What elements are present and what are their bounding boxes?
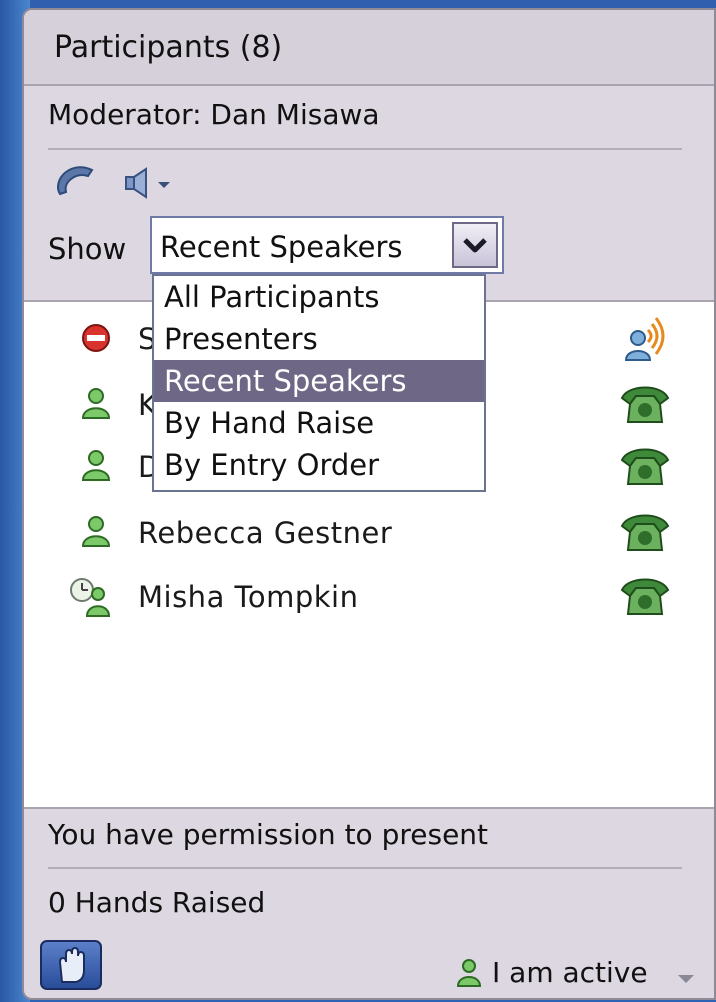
phone-icon — [618, 444, 672, 492]
permission-text: You have permission to present — [48, 818, 489, 851]
raise-hand-button[interactable] — [40, 940, 102, 990]
blocked-icon — [76, 318, 116, 362]
divider — [48, 867, 682, 869]
person-icon — [76, 512, 116, 556]
option-by-hand-raise[interactable]: By Hand Raise — [154, 402, 484, 444]
hand-icon — [58, 946, 85, 983]
option-presenters[interactable]: Presenters — [154, 318, 484, 360]
hands-raised-count: 0 Hands Raised — [48, 886, 266, 919]
phone-icon — [618, 574, 672, 622]
show-filter-value: Recent Speakers — [160, 230, 403, 264]
status-menu[interactable]: I am active — [444, 956, 704, 996]
option-by-entry-order[interactable]: By Entry Order — [154, 444, 484, 486]
away-person-icon — [68, 576, 118, 622]
speaking-icon — [618, 316, 670, 368]
phone-icon — [618, 382, 672, 430]
panel-title: Participants (8) — [54, 30, 283, 65]
speaker-icon[interactable] — [124, 166, 188, 204]
list-item[interactable]: Rebecca Gestner — [24, 504, 714, 560]
person-icon — [452, 956, 486, 994]
panel-header: Participants (8) — [24, 10, 714, 86]
participants-panel: Participants (8) Moderator: Dan Misawa S… — [22, 8, 716, 1000]
status-label: I am active — [492, 956, 648, 989]
phone-icon[interactable] — [54, 164, 98, 204]
show-label: Show — [48, 232, 127, 266]
chevron-down-icon — [678, 970, 694, 989]
person-icon — [76, 446, 116, 490]
show-filter-select[interactable]: Recent Speakers — [150, 216, 504, 274]
list-item[interactable]: Misha Tompkin — [24, 568, 714, 624]
moderator-label: Moderator: Dan Misawa — [48, 98, 380, 131]
divider — [48, 148, 682, 150]
option-recent-speakers[interactable]: Recent Speakers — [154, 360, 484, 402]
option-all-participants[interactable]: All Participants — [154, 276, 484, 318]
show-filter-dropdown: All Participants Presenters Recent Speak… — [152, 274, 486, 492]
audio-toolbar — [54, 160, 254, 204]
participant-name: Misha Tompkin — [138, 580, 359, 614]
person-icon — [76, 384, 116, 428]
phone-icon — [618, 510, 672, 558]
chevron-down-icon[interactable] — [452, 222, 498, 268]
participant-name: Rebecca Gestner — [138, 516, 393, 550]
